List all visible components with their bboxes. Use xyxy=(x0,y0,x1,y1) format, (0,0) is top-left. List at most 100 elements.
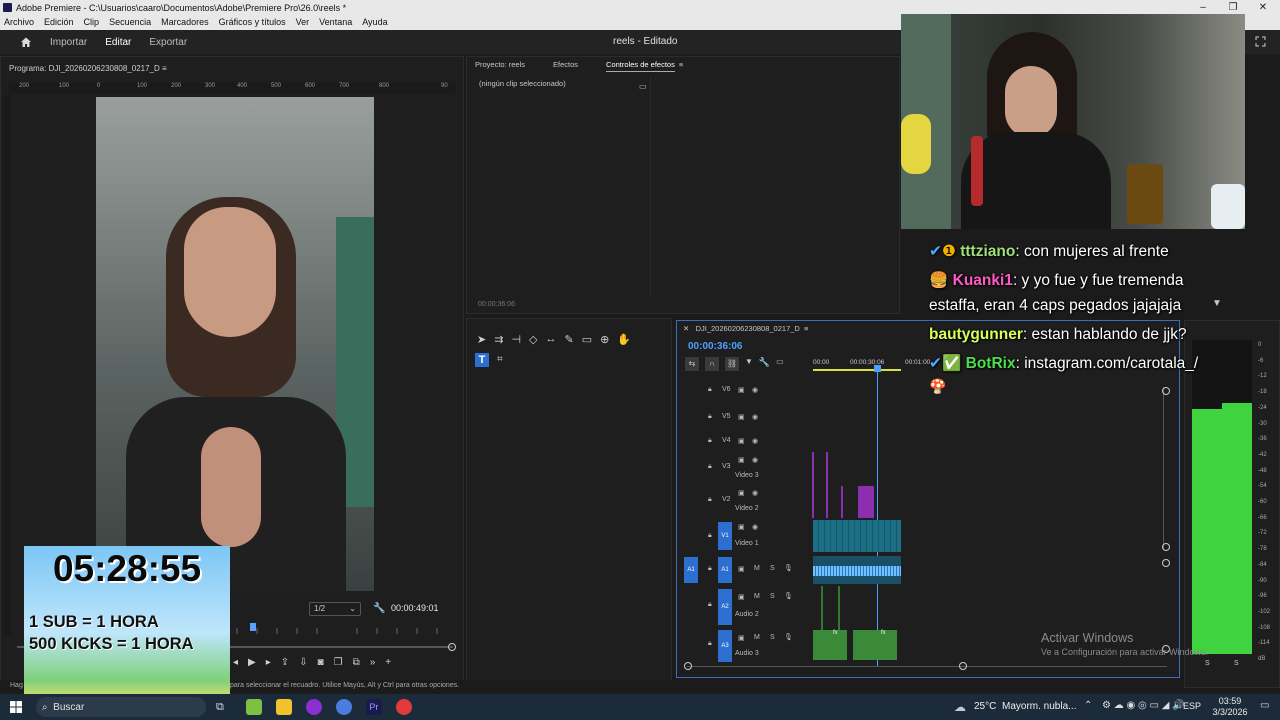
rectangle-icon[interactable]: ▭ xyxy=(582,333,592,346)
lock-icon[interactable]: 🔒︎ xyxy=(708,413,712,421)
tab-controles[interactable]: Controles de efectos xyxy=(606,59,675,72)
obs-icon[interactable] xyxy=(395,699,412,715)
tab-proyecto[interactable]: Proyecto: reels xyxy=(475,59,525,72)
scroll-handle[interactable] xyxy=(1162,543,1170,551)
type-tool-icon[interactable]: T xyxy=(475,353,489,367)
clip-v2[interactable] xyxy=(841,486,843,518)
scroll-handle[interactable] xyxy=(959,662,967,670)
menu-archivo[interactable]: Archivo xyxy=(4,16,34,30)
weather-desc[interactable]: Mayorm. nubla... xyxy=(1002,701,1076,712)
tab-editar[interactable]: Editar xyxy=(105,37,131,48)
track-v5[interactable]: 🔒︎ V5 ▣ ◉ xyxy=(680,411,812,425)
hand-icon[interactable]: ✋ xyxy=(617,333,631,346)
menu-ayuda[interactable]: Ayuda xyxy=(362,16,387,30)
track-a1[interactable]: A1 🔒︎ A1 ▣ M S 🎙︎ xyxy=(680,557,812,583)
track-target-a3[interactable]: A3 xyxy=(718,630,732,662)
tab-exportar[interactable]: Exportar xyxy=(149,37,187,48)
close-tab-icon[interactable]: ✕ xyxy=(683,324,689,333)
tray-chevron-icon[interactable]: ⌃ xyxy=(1084,700,1092,711)
microphone-icon[interactable]: 🎙︎ xyxy=(784,564,793,572)
slip-icon[interactable]: ↔ xyxy=(546,333,557,346)
film-icon[interactable]: ▣ xyxy=(738,386,745,394)
track-v1[interactable]: 🔒︎ V1 ▣ ◉ Video 1 xyxy=(680,522,812,550)
film-icon[interactable]: ▣ xyxy=(738,634,745,642)
keyframe-panel-icon[interactable]: ▭ xyxy=(639,82,647,91)
system-clock[interactable]: 03:59 3/3/2026 xyxy=(1207,696,1253,718)
clip-v3[interactable] xyxy=(826,452,828,518)
resolution-select[interactable]: 1/2 ⌄ xyxy=(309,602,361,616)
lock-icon[interactable]: 🔒︎ xyxy=(708,463,712,471)
clip-v2[interactable] xyxy=(858,486,874,518)
track-target-a1[interactable]: A1 xyxy=(718,557,732,583)
notification-icon[interactable]: ▭ xyxy=(1260,700,1269,711)
film-icon[interactable]: ▣ xyxy=(738,523,745,531)
play-icon[interactable]: ▶ xyxy=(248,657,256,671)
timeline-playhead[interactable] xyxy=(877,367,878,667)
track-select-icon[interactable]: ⇉ xyxy=(494,333,503,346)
eye-icon[interactable]: ◉ xyxy=(752,437,758,445)
compare-icon[interactable]: ❐ xyxy=(334,657,343,671)
file-explorer-icon[interactable] xyxy=(275,699,292,715)
linked-icon[interactable]: ⛓ xyxy=(725,357,739,371)
windows-start-icon[interactable] xyxy=(10,701,22,713)
track-v2[interactable]: 🔒︎ V2 ▣ ◉ Video 2 xyxy=(680,488,812,514)
scroll-handle[interactable] xyxy=(1162,387,1170,395)
playhead-handle[interactable] xyxy=(874,365,881,372)
menu-clip[interactable]: Clip xyxy=(84,16,100,30)
eye-icon[interactable]: ◉ xyxy=(752,523,758,531)
premiere-taskbar-icon[interactable]: Pr xyxy=(365,699,382,715)
clip-a1[interactable] xyxy=(813,556,901,584)
panel-menu-icon[interactable]: ≡ xyxy=(804,324,808,333)
solo-button[interactable]: S xyxy=(770,593,775,600)
menu-marcadores[interactable]: Marcadores xyxy=(161,16,209,30)
timeline-timecode[interactable]: 00:00:36:06 xyxy=(688,341,742,352)
menu-edicion[interactable]: Edición xyxy=(44,16,74,30)
selection-tool-icon[interactable]: ➤ xyxy=(477,333,486,346)
lock-icon[interactable]: 🔒︎ xyxy=(708,565,712,573)
solo-left-button[interactable]: S xyxy=(1205,660,1210,667)
lock-icon[interactable]: 🔒︎ xyxy=(708,496,712,504)
wrench-icon[interactable]: 🔧 xyxy=(373,603,385,614)
menu-ver[interactable]: Ver xyxy=(296,16,310,30)
close-button[interactable]: ✕ xyxy=(1248,0,1278,16)
film-icon[interactable]: ▣ xyxy=(738,456,745,464)
film-icon[interactable]: ▣ xyxy=(738,413,745,421)
mute-button[interactable]: M xyxy=(754,634,760,641)
weather-temp[interactable]: 25°C xyxy=(974,701,996,712)
step-forward-icon[interactable]: ▸ xyxy=(266,657,271,671)
film-icon[interactable]: ▣ xyxy=(738,437,745,445)
track-v6[interactable]: 🔒︎ V6 ▣ ◉ xyxy=(680,384,812,398)
task-view-icon[interactable]: ⧉ xyxy=(216,701,224,714)
add-button-icon[interactable]: + xyxy=(385,657,391,671)
clip-a3[interactable]: fx xyxy=(853,630,897,660)
taskbar-app-icon[interactable] xyxy=(245,699,262,715)
source-patch-a1[interactable]: A1 xyxy=(684,557,698,583)
scroll-handle[interactable] xyxy=(1162,559,1170,567)
timeline-tab[interactable]: ✕ DJI_20260206230808_0217_D ≡ xyxy=(683,323,808,335)
lock-icon[interactable]: 🔒︎ xyxy=(708,437,712,445)
track-v4[interactable]: 🔒︎ V4 ▣ ◉ xyxy=(680,435,812,449)
snap-icon[interactable]: ∩ xyxy=(705,357,719,371)
tab-efectos[interactable]: Efectos xyxy=(553,59,578,72)
mute-button[interactable]: M xyxy=(754,593,760,600)
panel-menu-icon[interactable]: ≡ xyxy=(679,59,683,72)
eye-icon[interactable]: ◉ xyxy=(752,489,758,497)
work-area-bar[interactable] xyxy=(813,369,901,371)
menu-secuencia[interactable]: Secuencia xyxy=(109,16,151,30)
track-a3[interactable]: 🔒︎ A3 ▣ M S 🎙︎ Audio 3 xyxy=(680,630,812,662)
mute-button[interactable]: M xyxy=(754,565,760,572)
zoom-tool-icon[interactable]: ⊕ xyxy=(600,333,609,346)
taskbar-search[interactable]: ⌕ Buscar xyxy=(36,697,206,717)
extract-icon[interactable]: ⇩ xyxy=(299,657,307,671)
fullscreen-icon[interactable] xyxy=(1255,36,1266,47)
eye-icon[interactable]: ◉ xyxy=(752,386,758,394)
eye-icon[interactable]: ◉ xyxy=(752,456,758,464)
marker-icon[interactable]: ▼ xyxy=(745,357,753,371)
program-playhead[interactable] xyxy=(250,623,257,631)
lock-icon[interactable]: 🔒︎ xyxy=(708,640,712,648)
clip-v1[interactable] xyxy=(813,520,901,552)
solo-button[interactable]: S xyxy=(770,634,775,641)
video-scrollbar[interactable] xyxy=(1163,387,1169,549)
panel-menu-icon[interactable]: ≡ xyxy=(162,64,167,73)
insert-icon[interactable]: ⇆ xyxy=(685,357,699,371)
